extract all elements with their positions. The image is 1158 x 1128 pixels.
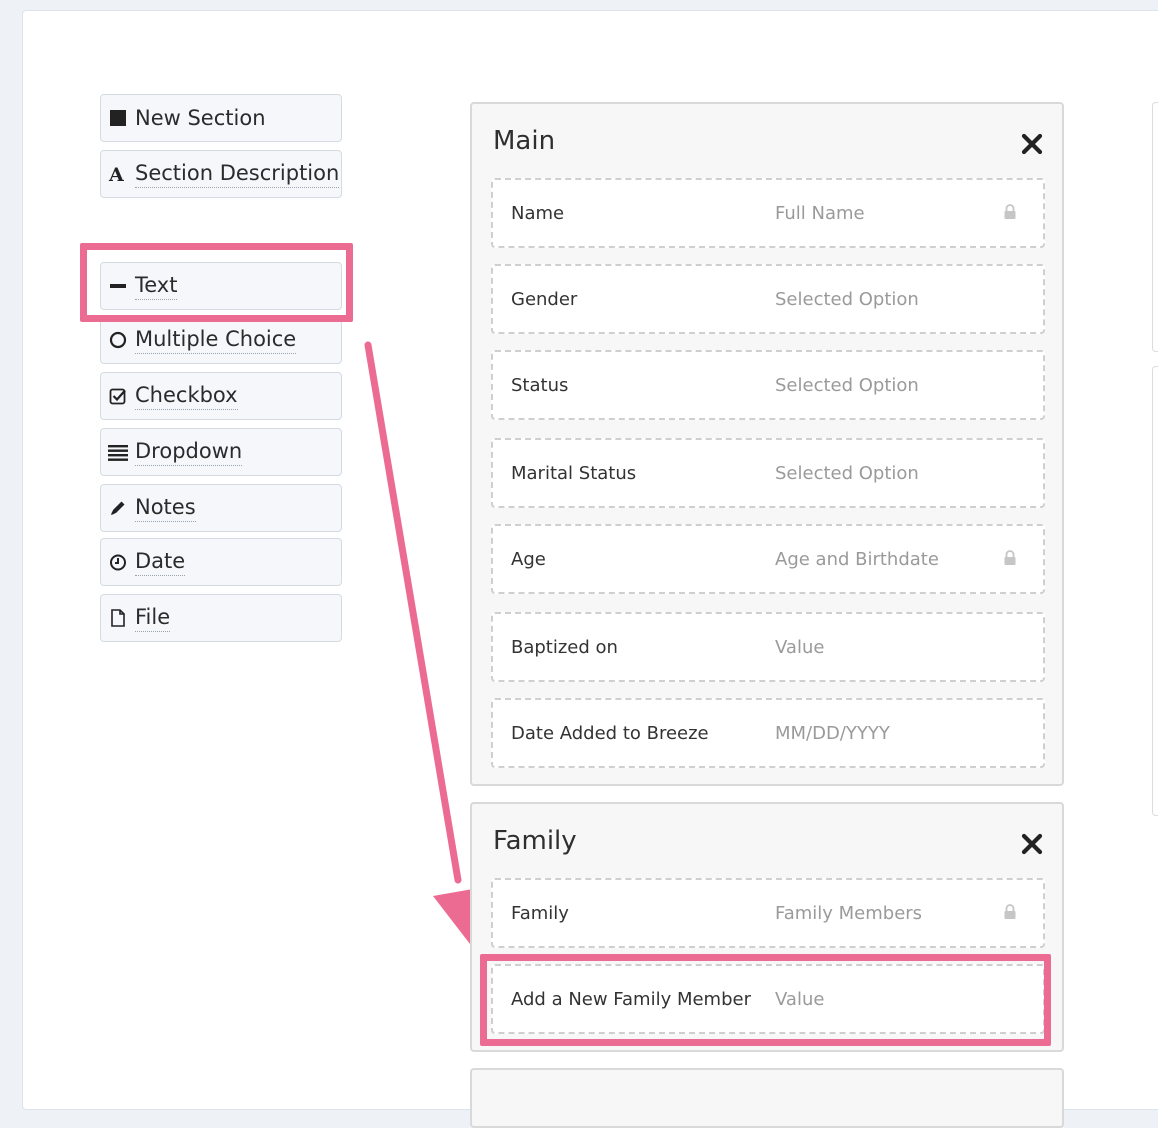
field-label: Marital Status [511,462,637,484]
section-title: Main [493,126,556,156]
field-date-added[interactable]: Date Added to Breeze MM/DD/YYYY [491,698,1045,768]
field-marital-status[interactable]: Marital Status Selected Option [491,438,1045,508]
field-label: Family [511,902,569,924]
section-family: Family Family Family Members Add a New F… [470,802,1064,1052]
field-label: Gender [511,288,578,310]
field-value: Selected Option [775,374,919,396]
lock-icon [1004,550,1016,565]
close-icon[interactable] [1020,132,1044,156]
field-label: Date Added to Breeze [511,722,709,744]
close-icon[interactable] [1020,832,1044,856]
field-label: Name [511,202,565,224]
field-value: Full Name [775,202,865,224]
section-title: Family [493,826,577,856]
field-add-new-family-member[interactable]: Add a New Family Member Value [491,964,1045,1034]
field-baptized-on[interactable]: Baptized on Value [491,612,1045,682]
field-label: Age [511,548,546,570]
lock-icon [1004,904,1016,919]
field-family[interactable]: Family Family Members [491,878,1045,948]
field-value: Selected Option [775,288,919,310]
field-value: MM/DD/YYYY [775,722,890,744]
section-next [470,1068,1064,1128]
field-value: Selected Option [775,462,919,484]
field-status[interactable]: Status Selected Option [491,350,1045,420]
field-age[interactable]: Age Age and Birthdate [491,524,1045,594]
field-value: Value [775,988,825,1010]
field-label: Baptized on [511,636,618,658]
field-value: Value [775,636,825,658]
field-value: Age and Birthdate [775,548,939,570]
field-label: Add a New Family Member [511,988,751,1010]
field-value: Family Members [775,902,923,924]
field-label: Status [511,374,569,396]
section-main: Main Name Full Name Gender Selected Opti… [470,102,1064,786]
field-name[interactable]: Name Full Name [491,178,1045,248]
field-gender[interactable]: Gender Selected Option [491,264,1045,334]
lock-icon [1004,204,1016,219]
